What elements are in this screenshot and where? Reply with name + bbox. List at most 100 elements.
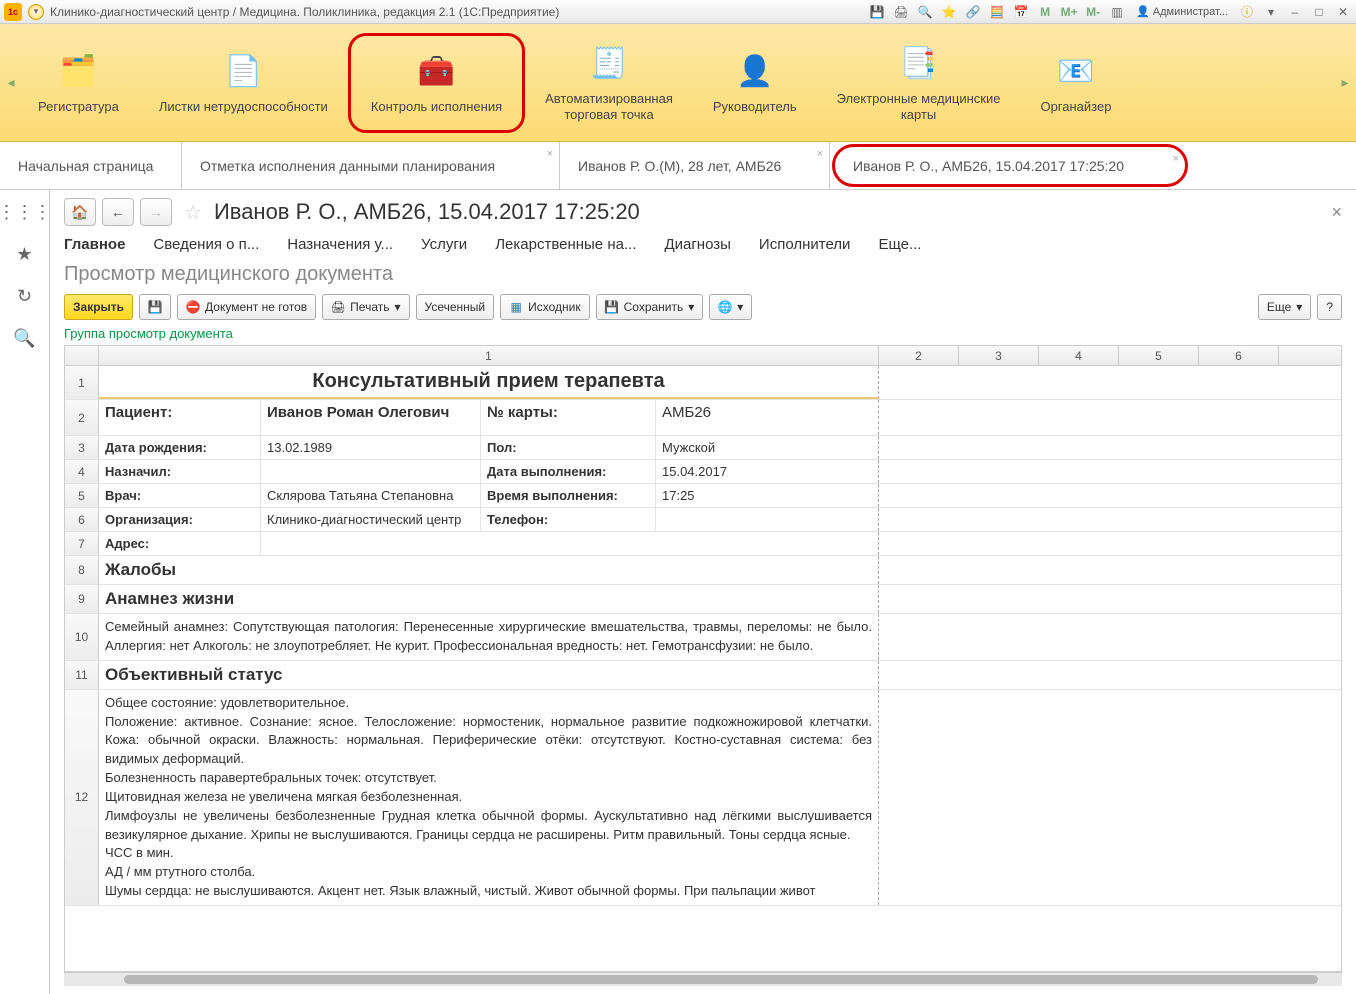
- user-menu[interactable]: 👤 Администрат...: [1132, 5, 1232, 18]
- col-3[interactable]: 3: [959, 346, 1039, 365]
- subtab-info[interactable]: Сведения о п...: [153, 236, 259, 253]
- truncated-button[interactable]: Усеченный: [416, 294, 495, 320]
- subtab-services[interactable]: Услуги: [421, 236, 467, 253]
- cell-value: 17:25: [656, 484, 879, 507]
- print-icon[interactable]: 🖨: [892, 3, 910, 21]
- calc-icon[interactable]: 🧮: [988, 3, 1006, 21]
- search-icon[interactable]: 🔍: [13, 326, 37, 350]
- subtab-drugs[interactable]: Лекарственные на...: [495, 236, 636, 253]
- row-num[interactable]: 8: [65, 556, 99, 584]
- row-num[interactable]: 4: [65, 460, 99, 483]
- row-num[interactable]: 6: [65, 508, 99, 531]
- calendar-icon[interactable]: 📅: [1012, 3, 1030, 21]
- col-4[interactable]: 4: [1039, 346, 1119, 365]
- save-icon[interactable]: 💾: [868, 3, 886, 21]
- home-button[interactable]: 🏠: [64, 198, 96, 226]
- tab-label: Иванов Р. О.(М), 28 лет, АМБ26: [578, 158, 781, 174]
- row-1: 1 Консультативный прием терапевта: [65, 366, 1341, 400]
- row-num[interactable]: 7: [65, 532, 99, 555]
- row-num[interactable]: 12: [65, 690, 99, 905]
- row-num[interactable]: 5: [65, 484, 99, 507]
- horizontal-scrollbar[interactable]: [64, 972, 1342, 986]
- help-button[interactable]: ?: [1317, 294, 1342, 320]
- body-text: Общее состояние: удовлетворительное. Пол…: [99, 690, 879, 905]
- spreadsheet[interactable]: 1 2 3 4 5 6 1 Консультативный прием тера…: [64, 345, 1342, 972]
- btn-label: Закрыть: [73, 300, 124, 314]
- globe-button[interactable]: 🌐▾: [709, 294, 752, 320]
- m-plus-icon[interactable]: M+: [1060, 3, 1078, 21]
- m-icon[interactable]: M: [1036, 3, 1054, 21]
- row-num[interactable]: 1: [65, 366, 99, 399]
- section-control[interactable]: 🧰 Контроль исполнения: [348, 33, 525, 133]
- more-button[interactable]: Еще▾: [1258, 294, 1311, 320]
- section-sicklists[interactable]: 📄 Листки нетрудоспособности: [139, 33, 348, 133]
- info-icon[interactable]: ⓘ: [1238, 3, 1256, 21]
- close-page-icon[interactable]: ×: [1331, 202, 1342, 223]
- tab-home[interactable]: Начальная страница: [0, 142, 182, 189]
- section-pos[interactable]: 🧾 Автоматизированная торговая точка: [525, 33, 693, 133]
- printer-icon: 🖨: [331, 300, 345, 314]
- doc-title: Консультативный прием терапевта: [99, 366, 879, 399]
- subtab-main[interactable]: Главное: [64, 236, 125, 253]
- panels-icon[interactable]: ▥: [1108, 3, 1126, 21]
- tab-planning[interactable]: Отметка исполнения данными планирования ×: [182, 142, 560, 189]
- cell-value: [261, 460, 481, 483]
- close-icon[interactable]: ×: [817, 148, 823, 160]
- subtab-naz[interactable]: Назначения у...: [287, 236, 393, 253]
- section-manager[interactable]: 👤 Руководитель: [693, 33, 817, 133]
- cell-label: Дата рождения:: [99, 436, 261, 459]
- save-disk-button[interactable]: 💾: [139, 294, 171, 320]
- favorite-toggle[interactable]: ☆: [184, 200, 202, 225]
- not-ready-button[interactable]: ⛔Документ не готов: [177, 294, 316, 320]
- tab-document[interactable]: Иванов Р. О., АМБ26, 15.04.2017 17:25:20…: [832, 144, 1188, 187]
- source-button[interactable]: ▦Исходник: [500, 294, 589, 320]
- cell-label: Дата выполнения:: [481, 460, 656, 483]
- save-dropdown-button[interactable]: 💾Сохранить▾: [596, 294, 704, 320]
- row-6: 6 Организация: Клинико-диагностический ц…: [65, 508, 1341, 532]
- forward-button[interactable]: →: [140, 198, 172, 226]
- sections-scroll-right[interactable]: ▸: [1338, 69, 1352, 97]
- row-num[interactable]: 2: [65, 400, 99, 435]
- sheets-icon: 📄: [222, 51, 264, 93]
- section-organizer[interactable]: 📧 Органайзер: [1020, 33, 1131, 133]
- tab-label: Отметка исполнения данными планирования: [200, 158, 495, 174]
- tab-patient-card[interactable]: Иванов Р. О.(М), 28 лет, АМБ26 ×: [560, 142, 830, 189]
- apps-icon[interactable]: ⋮⋮⋮: [13, 200, 37, 224]
- cell-value: Мужской: [656, 436, 879, 459]
- m-minus-icon[interactable]: M-: [1084, 3, 1102, 21]
- dropdown-icon[interactable]: ▾: [28, 4, 44, 20]
- back-button[interactable]: ←: [102, 198, 134, 226]
- row-num[interactable]: 3: [65, 436, 99, 459]
- section-emr[interactable]: 📑 Электронные медицинские карты: [817, 33, 1021, 133]
- preview-icon[interactable]: 🔍: [916, 3, 934, 21]
- minimize-icon[interactable]: –: [1286, 3, 1304, 21]
- favorite-icon[interactable]: ⭐: [940, 3, 958, 21]
- close-button[interactable]: Закрыть: [64, 294, 133, 320]
- row-num[interactable]: 9: [65, 585, 99, 613]
- section-registratura[interactable]: 🗂️ Регистратура: [18, 33, 139, 133]
- print-button[interactable]: 🖨Печать▾: [322, 294, 409, 320]
- row-num[interactable]: 11: [65, 661, 99, 689]
- sections-scroll-left[interactable]: ◂: [4, 69, 18, 97]
- scroll-thumb[interactable]: [124, 975, 1318, 984]
- subtab-exec[interactable]: Исполнители: [759, 236, 851, 253]
- row-3: 3 Дата рождения: 13.02.1989 Пол: Мужской: [65, 436, 1341, 460]
- col-6[interactable]: 6: [1199, 346, 1279, 365]
- close-window-icon[interactable]: ✕: [1334, 3, 1352, 21]
- close-icon[interactable]: ×: [1173, 153, 1179, 165]
- desk-icon: 🗂️: [57, 51, 99, 93]
- close-icon[interactable]: ×: [547, 148, 553, 160]
- info-dropdown-icon[interactable]: ▾: [1262, 3, 1280, 21]
- link-icon[interactable]: 🔗: [964, 3, 982, 21]
- history-icon[interactable]: ↻: [13, 284, 37, 308]
- col-1[interactable]: 1: [99, 346, 879, 365]
- star-icon[interactable]: ★: [13, 242, 37, 266]
- subtab-more[interactable]: Еще...: [878, 236, 921, 253]
- row-11: 11 Объективный статус: [65, 661, 1341, 690]
- group-link[interactable]: Группа просмотр документа: [64, 326, 1342, 341]
- col-2[interactable]: 2: [879, 346, 959, 365]
- row-num[interactable]: 10: [65, 614, 99, 660]
- subtab-diag[interactable]: Диагнозы: [664, 236, 730, 253]
- col-5[interactable]: 5: [1119, 346, 1199, 365]
- maximize-icon[interactable]: □: [1310, 3, 1328, 21]
